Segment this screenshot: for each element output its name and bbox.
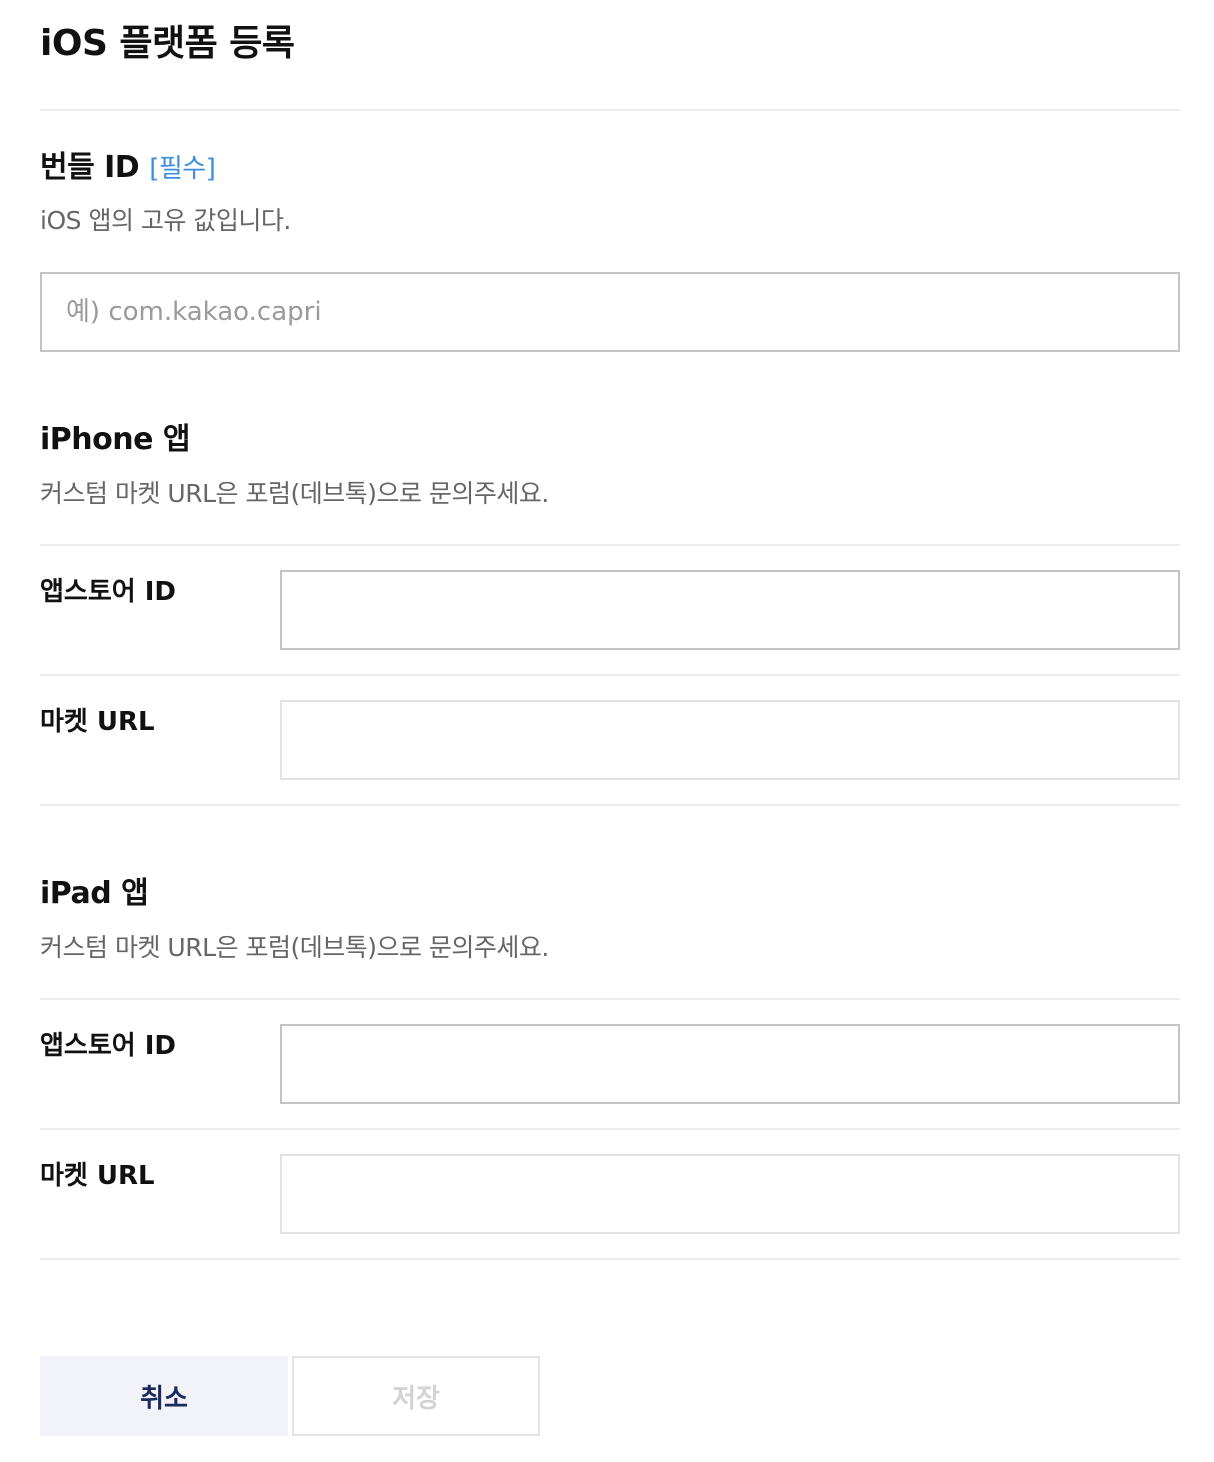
- ipad-app-description: 커스텀 마켓 URL은 포럼(데브톡)으로 문의주세요.: [40, 933, 549, 962]
- ipad-market-url-label: 마켓 URL: [40, 1161, 155, 1191]
- ios-platform-form: iOS 플랫폼 등록 번들 ID [필수] iOS 앱의 고유 값입니다. iPh…: [40, 0, 1180, 1462]
- ipad-market-url-input[interactable]: [280, 1154, 1180, 1234]
- iphone-market-url-label: 마켓 URL: [40, 707, 155, 737]
- ipad-appstore-id-label: 앱스토어 ID: [40, 1031, 176, 1061]
- page-title: iOS 플랫폼 등록: [40, 23, 295, 64]
- ipad-mid-divider: [40, 1128, 1180, 1130]
- iphone-appstore-id-label: 앱스토어 ID: [40, 577, 176, 607]
- ipad-bottom-divider: [40, 1258, 1180, 1260]
- bundle-id-input[interactable]: [40, 272, 1180, 352]
- title-divider: [40, 109, 1180, 111]
- bundle-id-title: 번들 ID: [40, 150, 140, 185]
- ipad-top-divider: [40, 998, 1180, 1000]
- cancel-button[interactable]: 취소: [40, 1356, 288, 1436]
- save-button[interactable]: 저장: [292, 1356, 540, 1436]
- iphone-bottom-divider: [40, 804, 1180, 806]
- iphone-top-divider: [40, 544, 1180, 546]
- iphone-app-description: 커스텀 마켓 URL은 포럼(데브톡)으로 문의주세요.: [40, 479, 549, 508]
- iphone-market-url-input[interactable]: [280, 700, 1180, 780]
- required-badge: [필수]: [149, 154, 216, 184]
- iphone-appstore-id-input[interactable]: [280, 570, 1180, 650]
- ipad-app-heading: iPad 앱: [40, 876, 149, 911]
- bundle-id-description: iOS 앱의 고유 값입니다.: [40, 206, 291, 235]
- iphone-mid-divider: [40, 674, 1180, 676]
- ipad-appstore-id-input[interactable]: [280, 1024, 1180, 1104]
- iphone-app-heading: iPhone 앱: [40, 422, 191, 457]
- bundle-id-heading: 번들 ID [필수]: [40, 148, 216, 189]
